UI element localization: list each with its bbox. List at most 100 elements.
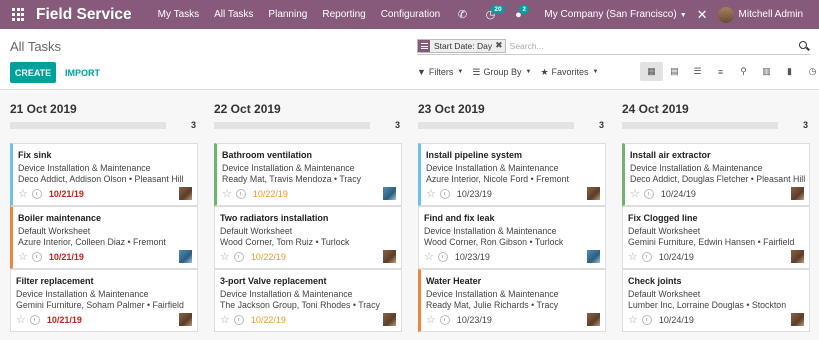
star-icon[interactable]: ☆ [628, 315, 638, 326]
star-icon[interactable]: ☆ [628, 252, 638, 263]
task-date: 10/21/19 [48, 252, 84, 262]
task-card[interactable]: Find and fix leak Device Installation & … [418, 206, 606, 269]
task-title: Find and fix leak [424, 213, 495, 223]
kanban-column: 21 Oct 2019 3 Fix sink Device Installati… [0, 90, 198, 340]
column-title: 21 Oct 2019 [10, 102, 77, 116]
star-icon[interactable]: ☆ [630, 189, 640, 200]
assignee-avatar [383, 187, 396, 200]
assignee-avatar [791, 250, 804, 263]
column-progress-bar[interactable] [214, 122, 370, 129]
task-customer: The Jackson Group, Toni Rhodes • Tracy [220, 300, 380, 310]
task-card[interactable]: Boiler maintenance Default Worksheet Azu… [10, 206, 198, 269]
star-icon[interactable]: ☆ [426, 189, 436, 200]
clock-icon[interactable] [439, 315, 450, 325]
create-button[interactable]: CREATE [10, 62, 56, 83]
phone-icon[interactable]: ✆ [448, 0, 476, 29]
pivot-view-icon[interactable]: ▥ [755, 62, 778, 81]
task-project: Default Worksheet [628, 289, 701, 299]
clock-icon[interactable] [437, 252, 448, 262]
star-icon[interactable]: ☆ [16, 315, 26, 326]
task-card[interactable]: Filter replacement Device Installation &… [10, 269, 198, 332]
clock-icon[interactable] [29, 315, 40, 325]
task-card[interactable]: Two radiators installation Default Works… [214, 206, 402, 269]
clock-icon[interactable] [643, 189, 654, 199]
assignee-avatar [179, 313, 192, 326]
messages-badge: 2 [519, 5, 530, 14]
close-icon[interactable]: ✕ [697, 7, 708, 23]
clock-icon[interactable] [235, 189, 246, 199]
list-view-icon[interactable]: ☰ [686, 62, 709, 81]
clock-icon[interactable] [31, 189, 42, 199]
task-card[interactable]: Bathroom ventilation Device Installation… [214, 143, 402, 206]
task-customer: Gemini Furniture, Edwin Hansen • Fairfie… [628, 237, 795, 247]
clock-icon[interactable] [233, 252, 244, 262]
user-menu[interactable]: Mitchell Admin [739, 9, 803, 20]
gantt-view-icon[interactable]: ≡ [709, 62, 732, 81]
column-progress-bar[interactable] [10, 122, 166, 129]
task-customer: Wood Corner, Tom Ruiz • Turlock [220, 237, 350, 247]
app-brand[interactable]: Field Service [36, 6, 132, 24]
task-customer: Azure Interior, Colleen Diaz • Fremont [18, 237, 166, 247]
column-title: 23 Oct 2019 [418, 102, 485, 116]
column-progress-bar[interactable] [622, 122, 778, 129]
menu-planning[interactable]: Planning [268, 9, 307, 20]
column-count: 3 [598, 120, 604, 130]
clock-icon[interactable] [31, 252, 42, 262]
assignee-avatar [791, 313, 804, 326]
task-card[interactable]: Fix Clogged line Default Worksheet Gemin… [622, 206, 810, 269]
import-button[interactable]: IMPORT [65, 62, 100, 83]
search-icon[interactable] [797, 39, 811, 53]
groupby-dropdown[interactable]: ☰ Group By ▼ [472, 67, 531, 78]
star-icon[interactable]: ☆ [424, 252, 434, 263]
star-icon[interactable]: ☆ [220, 315, 230, 326]
task-date: 10/23/19 [456, 189, 492, 199]
company-switcher[interactable]: My Company (San Francisco) ▼ [544, 9, 686, 20]
task-title: Install pipeline system [426, 150, 523, 160]
task-card[interactable]: Install pipeline system Device Installat… [418, 143, 606, 206]
favorites-dropdown[interactable]: ★ Favorites ▼ [540, 67, 598, 78]
task-card[interactable]: Install air extractor Device Installatio… [622, 143, 810, 206]
kanban-view-icon[interactable]: ▦ [640, 62, 663, 81]
kanban-board: 21 Oct 2019 3 Fix sink Device Installati… [0, 90, 819, 340]
map-view-icon[interactable]: ⚲ [732, 62, 755, 81]
task-card[interactable]: Fix sink Device Installation & Maintenan… [10, 143, 198, 206]
graph-view-icon[interactable]: ▮ [778, 62, 801, 81]
menu-reporting[interactable]: Reporting [322, 9, 365, 20]
column-progress-bar[interactable] [418, 122, 574, 129]
star-icon[interactable]: ☆ [18, 252, 28, 263]
filters-label: Filters [428, 67, 454, 77]
calendar-view-icon[interactable]: ▤ [663, 62, 686, 81]
task-project: Device Installation & Maintenance [222, 163, 355, 173]
clock-icon[interactable] [233, 315, 244, 325]
apps-menu-icon[interactable] [0, 0, 36, 29]
task-card[interactable]: Water Heater Device Installation & Maint… [418, 269, 606, 332]
clock-icon[interactable] [641, 315, 652, 325]
task-customer: Ready Mat, Travis Mendoza • Tracy [222, 174, 361, 184]
clock-icon[interactable] [439, 189, 450, 199]
task-customer: Wood Corner, Ron Gibson • Turlock [424, 237, 564, 247]
user-avatar[interactable] [717, 6, 734, 23]
task-customer: Azure Interior, Nicole Ford • Fremont [426, 174, 569, 184]
menu-all-tasks[interactable]: All Tasks [214, 9, 253, 20]
messages-icon[interactable]: ● 2 [504, 0, 532, 29]
star-icon[interactable]: ☆ [220, 252, 230, 263]
search-input[interactable]: Search... [510, 41, 797, 51]
facet-remove-icon[interactable]: ✖ [495, 40, 505, 51]
clock-icon[interactable] [641, 252, 652, 262]
task-card[interactable]: Check joints Default Worksheet Lumber In… [622, 269, 810, 332]
task-card[interactable]: 3-port Valve replacement Device Installa… [214, 269, 402, 332]
menu-my-tasks[interactable]: My Tasks [158, 9, 200, 20]
star-icon[interactable]: ☆ [222, 189, 232, 200]
task-date: 10/23/19 [456, 315, 492, 325]
activity-view-icon[interactable]: ◷ [801, 62, 819, 81]
task-title: Bathroom ventilation [222, 150, 313, 160]
caret-icon: ▼ [457, 69, 464, 75]
star-icon[interactable]: ☆ [18, 189, 28, 200]
activity-badge: 20 [491, 5, 505, 14]
star-icon[interactable]: ☆ [426, 315, 436, 326]
menu-configuration[interactable]: Configuration [381, 9, 440, 20]
task-title: Two radiators installation [220, 213, 329, 223]
column-count: 3 [802, 120, 808, 130]
filters-dropdown[interactable]: ▼ Filters ▼ [417, 67, 463, 77]
activity-icon[interactable]: ◷ 20 [476, 0, 505, 29]
